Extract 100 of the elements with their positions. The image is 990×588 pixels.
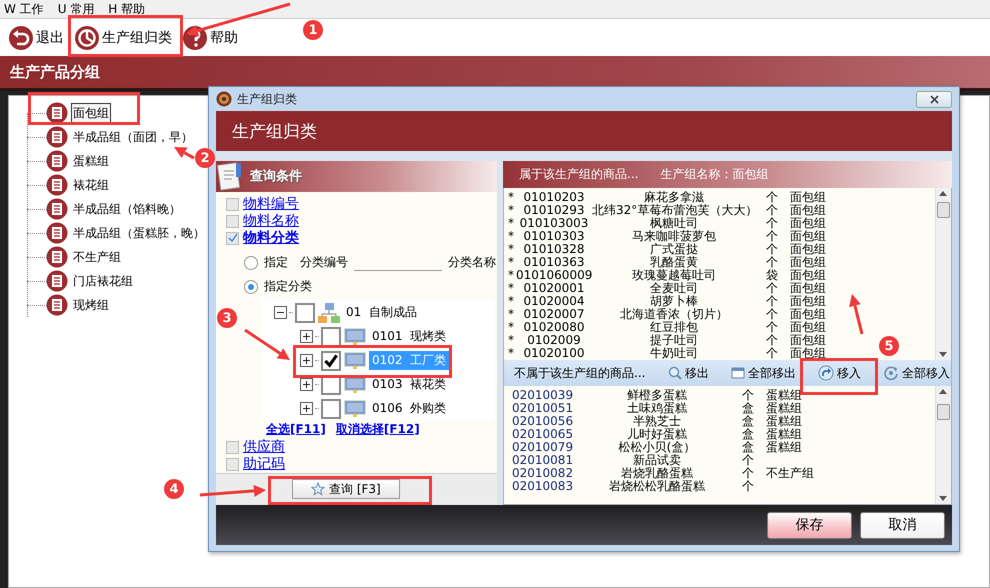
checkbox[interactable] [295, 302, 315, 323]
product-code: 01020001 [522, 282, 586, 295]
cancel-button[interactable]: 取消 [860, 512, 945, 538]
unit: 个 [766, 321, 778, 334]
group-name: 面包组 [790, 295, 826, 308]
expand-button[interactable] [300, 378, 313, 392]
donut-icon [216, 91, 232, 107]
unit: 袋 [766, 269, 778, 282]
field-link[interactable]: 助记码 [243, 455, 285, 474]
tree-item[interactable]: 半成品组（馅料晚） [71, 198, 183, 220]
monitor-icon [343, 398, 367, 419]
row-marker: * [508, 256, 515, 269]
list-icon [46, 270, 68, 292]
row-marker: * [508, 308, 515, 321]
unit: 个 [766, 256, 778, 269]
scroll-up-arrow-icon[interactable] [939, 389, 947, 394]
tree-item[interactable]: 面包组 [71, 102, 111, 124]
toolbar-button[interactable]: 生产组归类 [74, 24, 172, 50]
unit: 盒 [742, 428, 754, 441]
unit: 个 [766, 295, 778, 308]
checkbox[interactable] [321, 350, 341, 371]
checkbox[interactable] [226, 458, 239, 471]
star-icon [311, 482, 325, 496]
list-icon [46, 174, 68, 196]
product-code: 01010303 [522, 230, 586, 243]
product-name: 半熟芝士 [632, 415, 682, 428]
search-button[interactable]: 查询 [F3] [292, 479, 400, 500]
tree-item[interactable]: 不生产组 [71, 246, 123, 268]
tree-item[interactable]: 裱花组 [71, 174, 111, 196]
product-code: 01010293 [522, 204, 586, 217]
product-name: 北海道香浓（切片） [619, 308, 729, 321]
group-name: 蛋糕组 [766, 441, 802, 454]
tree-item[interactable]: 半成品组（面团，早） [71, 126, 195, 148]
menu-item[interactable]: H 帮助 [108, 0, 146, 18]
action-button[interactable]: 全部移入 [883, 365, 950, 381]
monitor-icon [343, 350, 367, 371]
scroll-down-arrow-icon[interactable] [939, 352, 947, 357]
checkbox[interactable] [321, 398, 341, 419]
tree-item[interactable]: 0106 外购类 [369, 399, 450, 418]
tree-item[interactable]: 01 自制成品 [343, 303, 420, 322]
tree-item[interactable]: 0101 现烤类 [369, 327, 450, 346]
expand-button[interactable] [300, 330, 313, 344]
tree-item[interactable]: 门店裱花组 [71, 270, 135, 292]
checkbox[interactable] [226, 198, 239, 211]
checkbox[interactable] [226, 232, 239, 245]
menu-item[interactable]: U 常用 [58, 0, 94, 18]
plus-icon [302, 380, 311, 390]
unit: 个 [742, 467, 754, 480]
group-name: 蛋糕组 [766, 428, 802, 441]
tree-item[interactable]: 半成品组（蛋糕胚，晚） [71, 222, 207, 244]
expand-button[interactable] [300, 402, 313, 416]
unit: 个 [766, 191, 778, 204]
product-name: 玫瑰蔓越莓吐司 [631, 269, 717, 282]
action-button[interactable]: 全部移出 [731, 365, 796, 381]
scrollbar[interactable] [935, 386, 951, 504]
link[interactable]: 取消选择[F12] [336, 421, 420, 438]
scrollbar[interactable] [935, 188, 951, 360]
menu-item[interactable]: W 工作 [4, 0, 44, 18]
save-button[interactable]: 保存 [767, 512, 852, 538]
product-name: 胡萝卜棒 [649, 295, 699, 308]
tree-item[interactable]: 蛋糕组 [71, 150, 111, 172]
close-button[interactable] [916, 90, 952, 108]
field-link[interactable]: 物料分类 [243, 229, 299, 248]
action-button[interactable]: 移出 [668, 365, 709, 381]
toolbar-button[interactable]: 退出 [8, 24, 64, 50]
scrollbar-thumb[interactable] [937, 404, 950, 420]
product-name: 马来咖啡菠萝包 [631, 230, 717, 243]
product-name: 乳酪蛋黄 [649, 256, 699, 269]
field-link[interactable]: 物料名称 [243, 212, 299, 230]
tree-item[interactable]: 0103 裱花类 [369, 375, 450, 394]
checkbox[interactable] [226, 440, 239, 454]
product-code: 0102009 [526, 334, 582, 347]
checkbox[interactable] [321, 326, 341, 347]
row-marker: * [508, 321, 515, 334]
expand-button[interactable] [300, 354, 313, 368]
scrollbar-thumb[interactable] [937, 202, 950, 218]
product-name: 松松小贝(盒） [618, 441, 696, 454]
product-code: 01010363 [522, 256, 586, 269]
checkbox[interactable] [226, 214, 239, 228]
row-marker: * [508, 295, 515, 308]
group-name: 面包组 [790, 204, 826, 217]
product-code: 0101060009 [516, 269, 592, 282]
radio-button[interactable] [244, 256, 258, 270]
window-icon [731, 366, 745, 380]
unit: 盒 [742, 415, 754, 428]
annotation-arrow [849, 294, 864, 334]
collapse-button[interactable] [274, 306, 287, 320]
field-link[interactable]: 供应商 [243, 438, 285, 456]
radio-button[interactable] [244, 280, 258, 294]
group-name: 面包组 [790, 269, 826, 282]
field-link[interactable]: 物料编号 [243, 195, 299, 214]
action-button[interactable]: 移入 [818, 365, 861, 381]
dialog-heading: 生产组归类 [232, 120, 317, 142]
scroll-up-arrow-icon[interactable] [939, 191, 947, 196]
link[interactable]: 全选[F11] [266, 421, 326, 438]
product-code: 02010082 [512, 467, 574, 480]
scroll-down-arrow-icon[interactable] [939, 496, 947, 501]
row-marker: * [508, 230, 515, 243]
tree-item[interactable]: 现烤组 [71, 294, 111, 316]
group-name: 面包组 [790, 321, 826, 334]
